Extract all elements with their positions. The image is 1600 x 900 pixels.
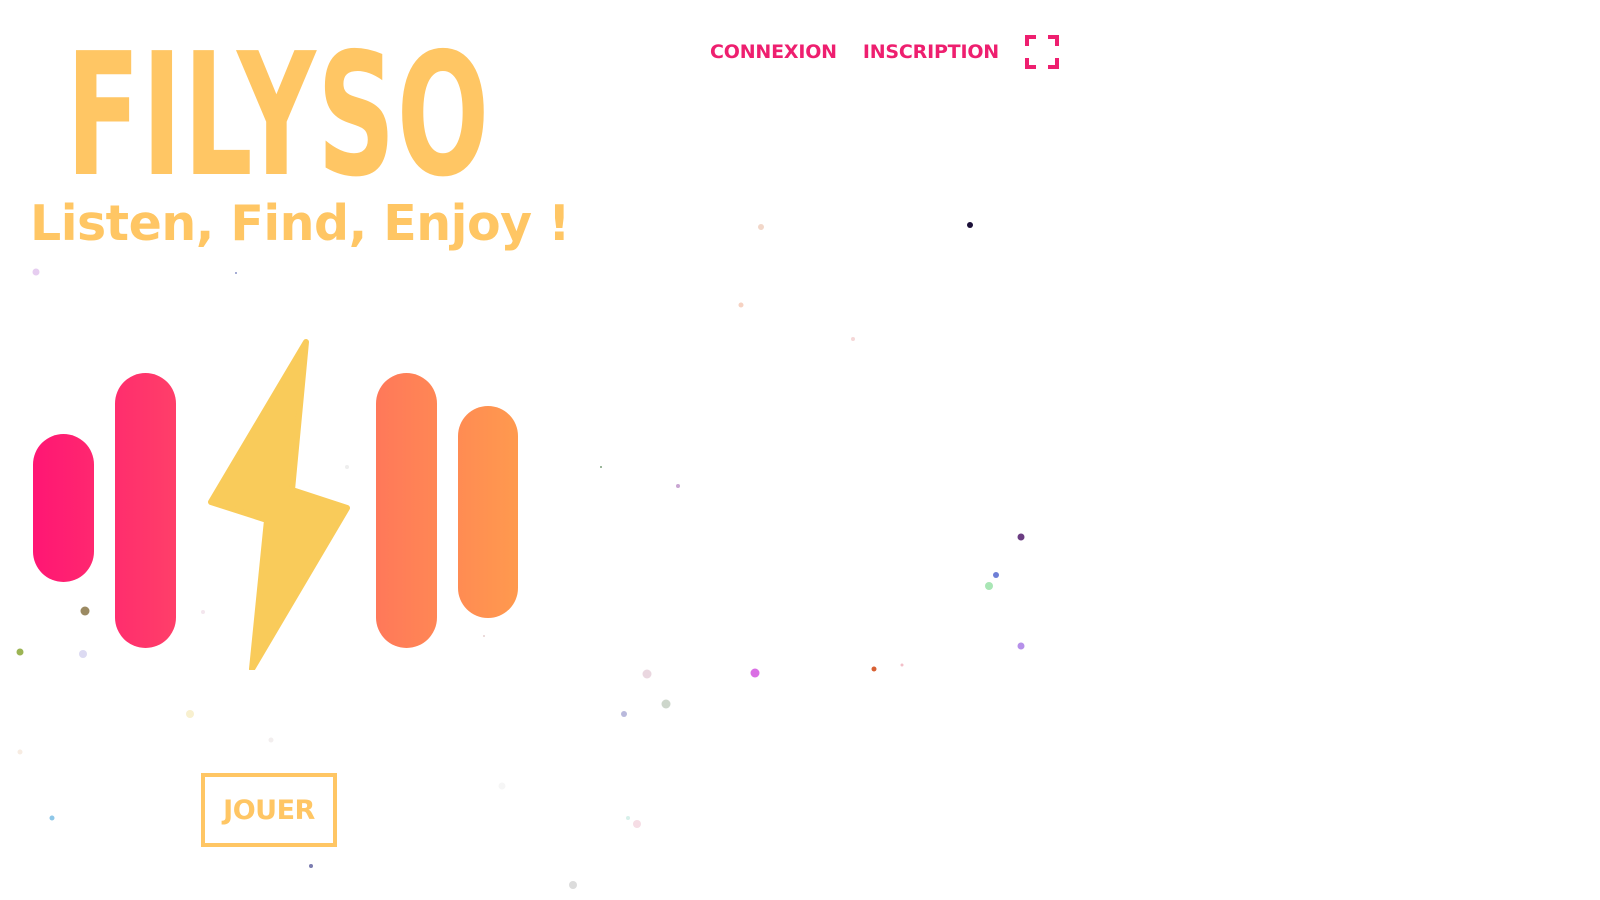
signup-link[interactable]: INSCRIPTION <box>863 41 999 63</box>
sound-bar-2 <box>115 373 176 648</box>
top-navigation: CONNEXION INSCRIPTION <box>710 32 1059 72</box>
logo-wordmark: FILYSO <box>66 17 491 215</box>
sound-bar-3 <box>376 373 437 648</box>
fullscreen-icon[interactable] <box>1024 35 1059 69</box>
sound-bar-4 <box>458 406 518 618</box>
play-button[interactable]: JOUER <box>201 773 337 847</box>
lightning-bolt-icon <box>208 339 350 670</box>
login-link[interactable]: CONNEXION <box>710 41 837 63</box>
tagline: Listen, Find, Enjoy ! <box>30 195 570 252</box>
sound-bars-lightning-logo-icon <box>33 339 518 670</box>
sound-bar-1 <box>33 434 94 582</box>
